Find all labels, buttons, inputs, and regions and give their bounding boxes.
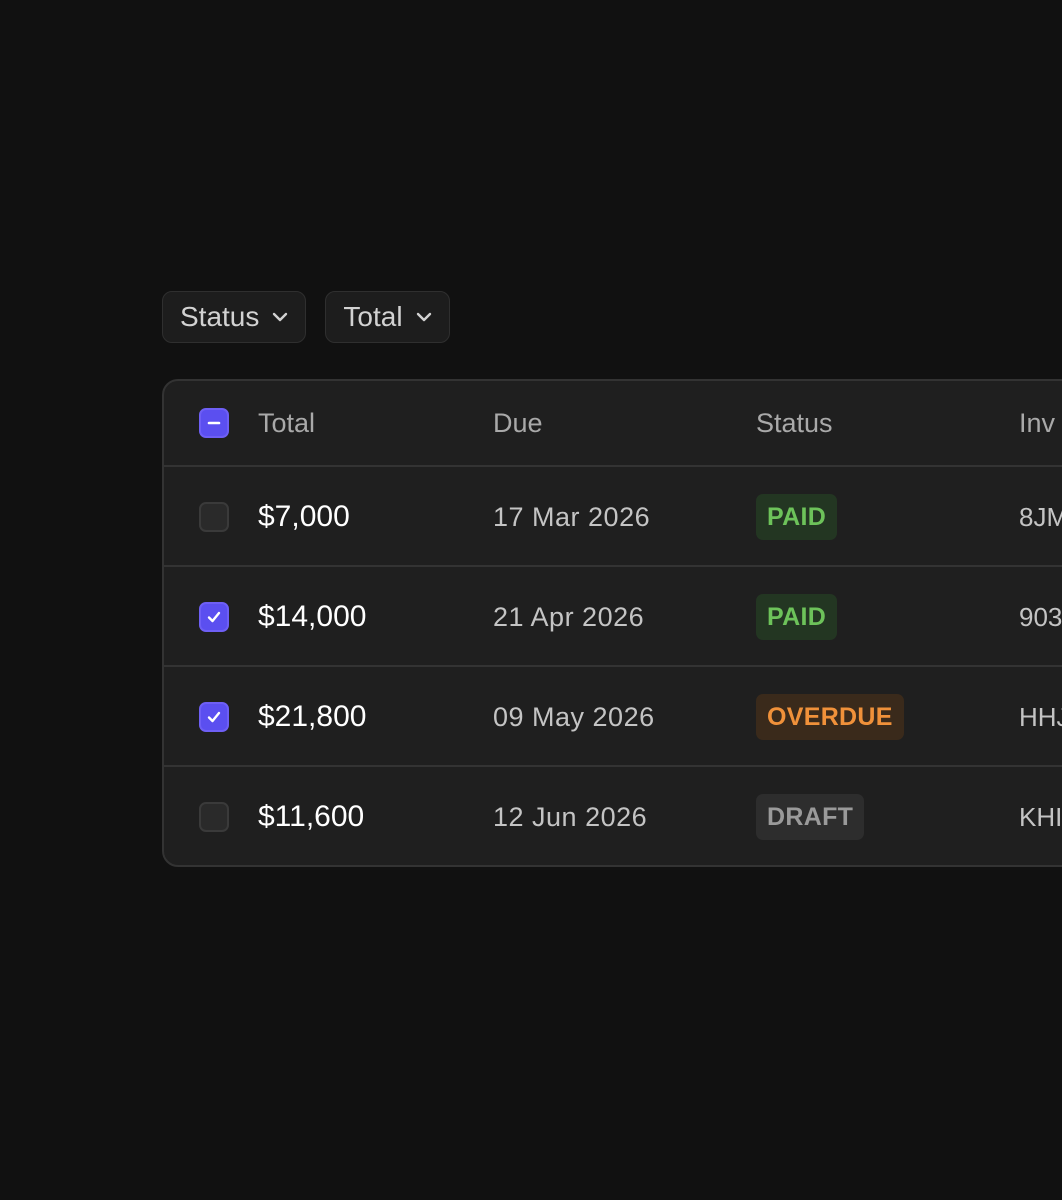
row-checkbox[interactable] (199, 702, 229, 732)
row-due-date: 12 Jun 2026 (493, 801, 648, 832)
status-badge: DRAFT (756, 794, 865, 840)
invoice-table: Total Due Status Inv $7,000 17 Mar 2026 PA… (162, 379, 1062, 867)
row-total: $14,000 (258, 600, 367, 633)
check-icon (207, 611, 221, 623)
chevron-down-icon (416, 312, 431, 322)
table-header-row: Total Due Status Inv (164, 381, 1062, 465)
minus-icon (207, 421, 221, 425)
row-due-date: 09 May 2026 (493, 701, 655, 732)
filter-bar: Status Total (162, 291, 450, 343)
row-invoice-id: KHI (1019, 801, 1062, 832)
check-icon (207, 711, 221, 723)
column-header-total[interactable]: Total (258, 381, 315, 465)
status-filter-label: Status (180, 301, 260, 332)
status-badge: PAID (756, 494, 838, 540)
table-row[interactable]: $7,000 17 Mar 2026 PAID 8JM (164, 465, 1062, 567)
table-row[interactable]: $11,600 12 Jun 2026 DRAFT KHI (164, 765, 1062, 865)
column-header-invoice[interactable]: Inv (1019, 381, 1055, 465)
row-invoice-id: 903 (1019, 601, 1062, 632)
chevron-down-icon (273, 312, 288, 322)
row-checkbox[interactable] (199, 802, 229, 832)
row-checkbox[interactable] (199, 502, 229, 532)
select-all-checkbox[interactable] (199, 408, 229, 438)
status-badge: OVERDUE (756, 694, 904, 740)
column-header-status[interactable]: Status (756, 381, 833, 465)
row-total: $21,800 (258, 700, 367, 733)
page-canvas: Status Total Total Due Status Inv $7,000… (0, 0, 1062, 1200)
total-filter-label: Total (343, 301, 403, 332)
row-due-date: 21 Apr 2026 (493, 601, 645, 632)
row-total: $11,600 (258, 800, 365, 833)
total-filter-button[interactable]: Total (325, 291, 450, 343)
row-due-date: 17 Mar 2026 (493, 501, 651, 532)
status-filter-button[interactable]: Status (162, 291, 307, 343)
table-row[interactable]: $14,000 21 Apr 2026 PAID 903 (164, 565, 1062, 667)
table-row[interactable]: $21,800 09 May 2026 OVERDUE HHJ (164, 665, 1062, 767)
row-checkbox[interactable] (199, 602, 229, 632)
row-invoice-id: HHJ (1019, 701, 1062, 732)
row-total: $7,000 (258, 500, 350, 533)
column-header-due[interactable]: Due (493, 381, 543, 465)
row-invoice-id: 8JM (1019, 501, 1062, 532)
status-badge: PAID (756, 594, 838, 640)
